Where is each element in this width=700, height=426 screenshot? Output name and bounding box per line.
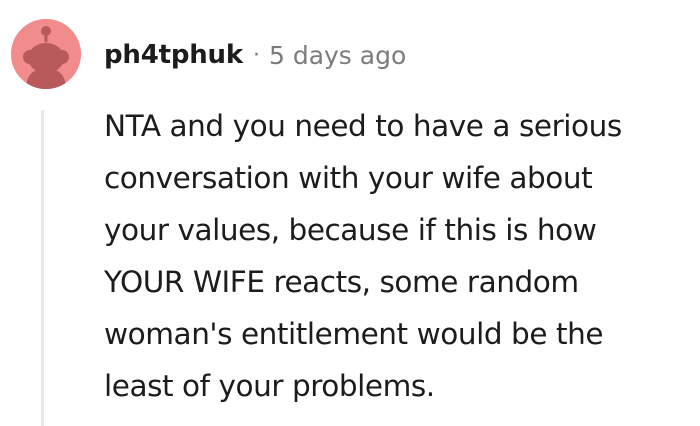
comment-body: NTA and you need to have a serious conve… [104, 100, 700, 412]
comment-body-line: woman's entitlement would be the [104, 317, 604, 351]
comment-body-line: NTA and you need to have a serious [104, 109, 622, 143]
comment-body-line: your values, because if this is how [104, 213, 597, 247]
comment: ph4tphuk · 5 days ago NTA and you need t… [0, 0, 700, 426]
comment-body-line: least of your problems. [104, 369, 435, 403]
comment-username[interactable]: ph4tphuk [104, 40, 243, 70]
comment-meta: ph4tphuk · 5 days ago [104, 38, 406, 72]
avatar[interactable] [11, 19, 81, 89]
reddit-snoo-avatar-icon [11, 19, 81, 89]
comment-timestamp[interactable]: 5 days ago [269, 41, 406, 70]
comment-body-line: conversation with your wife about [104, 161, 593, 195]
comment-body-line: YOUR WIFE reacts, some random [104, 265, 579, 299]
thread-collapse-line[interactable] [41, 110, 44, 426]
meta-separator: · [252, 42, 260, 68]
